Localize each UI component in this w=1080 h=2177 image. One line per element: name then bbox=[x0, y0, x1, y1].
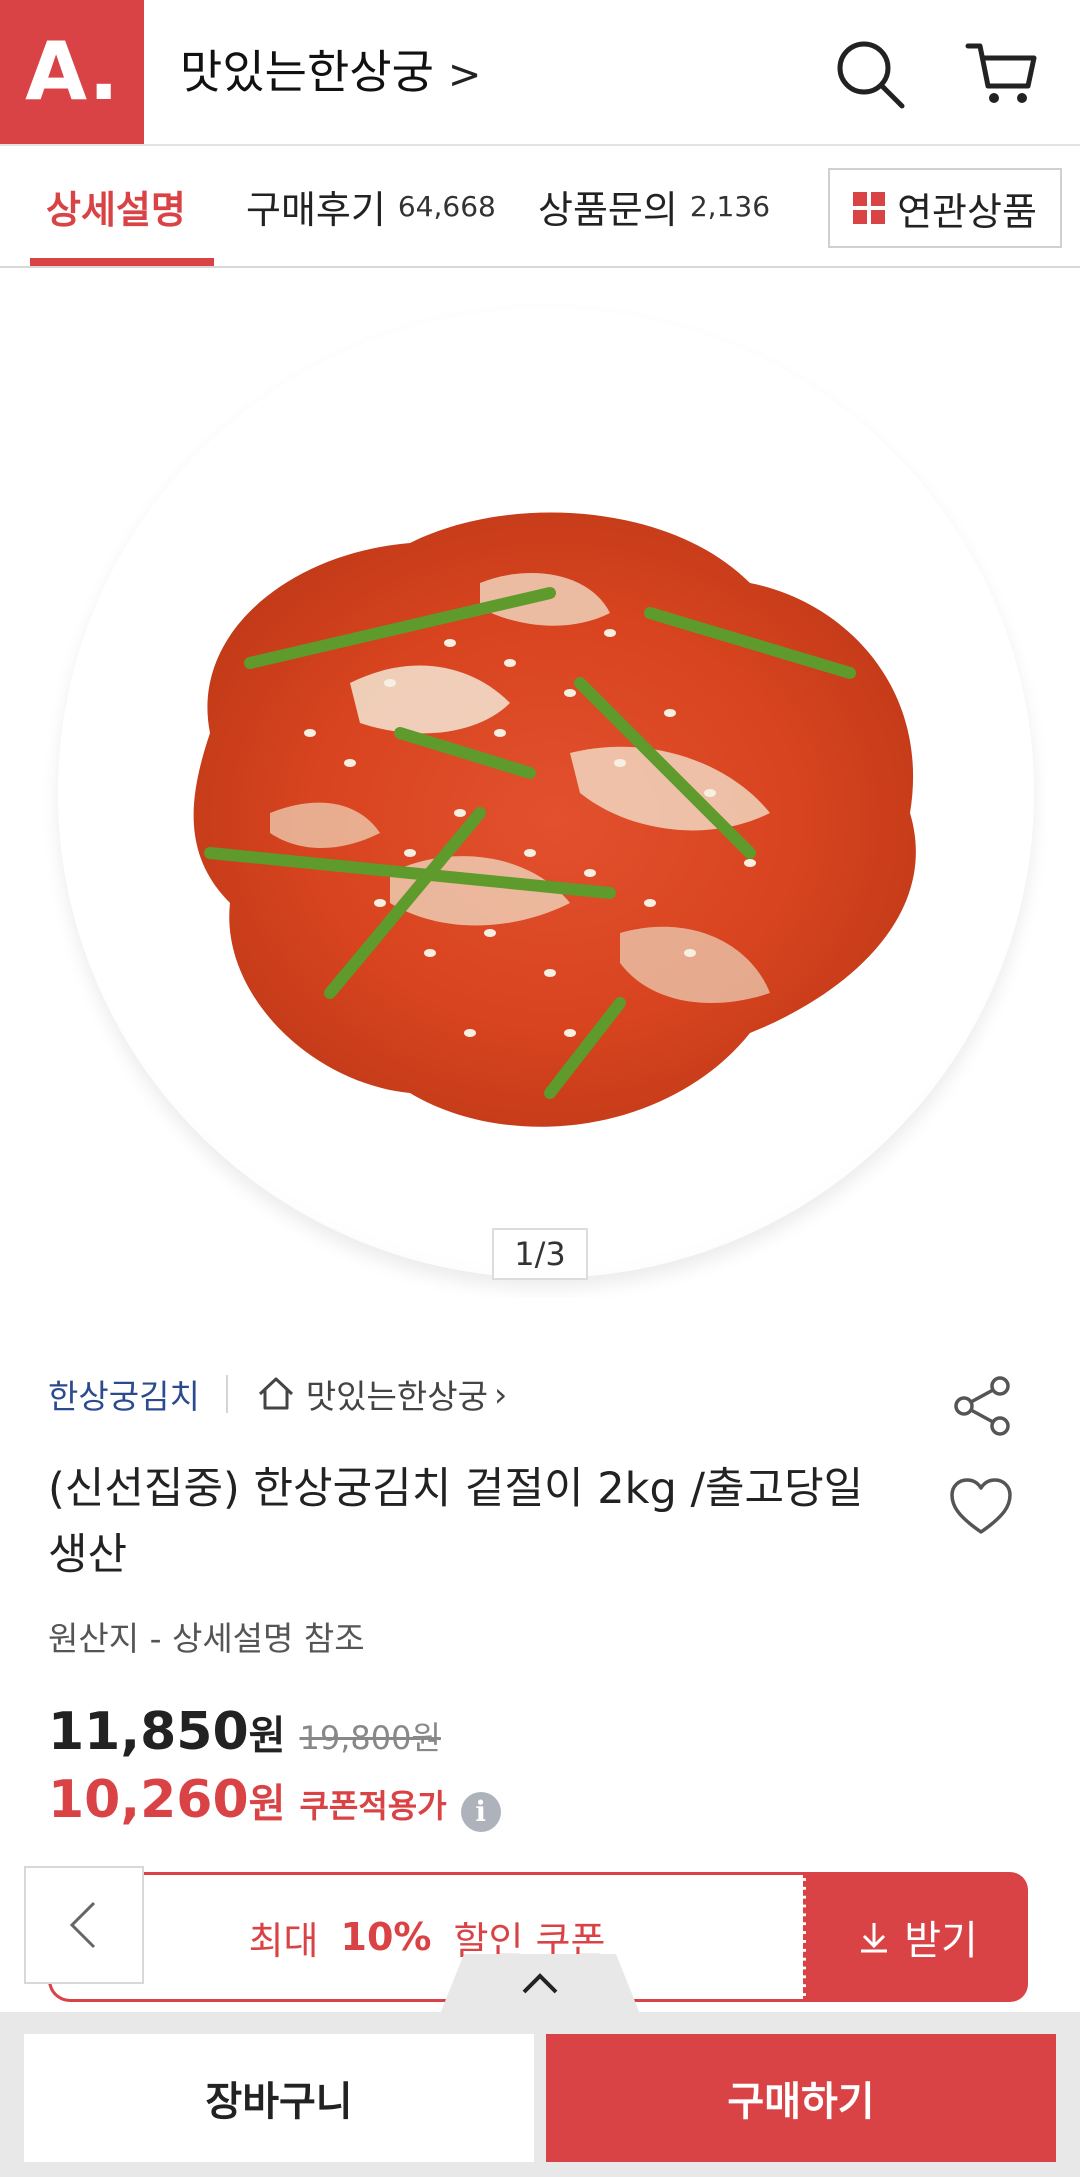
related-products-label: 연관상품 bbox=[897, 189, 1037, 234]
chevron-right-icon: > bbox=[447, 52, 482, 98]
coupon-price: 10,260 bbox=[48, 1770, 249, 1830]
home-icon bbox=[258, 1377, 293, 1410]
heart-icon[interactable] bbox=[948, 1476, 1014, 1538]
app-header: A. 맛있는한상궁 > bbox=[0, 0, 1080, 146]
tab-questions-label: 상품문의 bbox=[538, 187, 678, 232]
add-to-cart-button[interactable]: 장바구니 bbox=[24, 2034, 534, 2162]
product-image-kimchi bbox=[193, 512, 916, 1127]
coupon-percent: 10% bbox=[340, 1915, 432, 1959]
detail-tabs: 상세설명 구매후기 64,668 상품문의 2,136 연관상품 bbox=[0, 146, 1080, 268]
buy-now-button[interactable]: 구매하기 bbox=[546, 2034, 1056, 2162]
image-counter: 1/3 bbox=[492, 1228, 588, 1280]
share-icon[interactable] bbox=[950, 1374, 1014, 1438]
store-link-chevron: › bbox=[493, 1374, 508, 1414]
cart-icon[interactable] bbox=[964, 36, 1040, 112]
grid-icon bbox=[853, 192, 886, 224]
chevron-up-icon bbox=[522, 1973, 558, 1994]
tab-active-indicator bbox=[30, 258, 214, 266]
buy-now-label: 구매하기 bbox=[727, 2079, 875, 2125]
brand-divider bbox=[225, 1375, 228, 1413]
tab-reviews-count: 64,668 bbox=[397, 189, 496, 223]
back-button[interactable] bbox=[24, 1866, 144, 1984]
origin-info: 원산지 - 상세설명 참조 bbox=[48, 1619, 365, 1658]
coupon-prefix: 최대 bbox=[248, 1918, 319, 1963]
coupon-text: 최대 10% 할인 쿠폰 bbox=[48, 1872, 806, 2002]
brand-row: 한상궁김치 맛있는한상궁 › bbox=[48, 1368, 507, 1420]
sale-price: 11,850 bbox=[48, 1702, 249, 1762]
related-products-button[interactable]: 연관상품 bbox=[828, 168, 1062, 248]
store-title-label: 맛있는한상궁 bbox=[180, 45, 434, 99]
add-to-cart-label: 장바구니 bbox=[205, 2079, 353, 2125]
coupon-price-row: 10,260 원 쿠폰적용가 i bbox=[48, 1770, 501, 1832]
download-icon bbox=[861, 1923, 888, 1953]
app-logo[interactable]: A. bbox=[0, 0, 144, 144]
chevron-left-icon bbox=[69, 1901, 96, 1949]
info-icon[interactable]: i bbox=[460, 1792, 501, 1832]
product-title: (신선집중) 한상궁김치 겉절이 2kg /출고당일 생산 bbox=[48, 1464, 864, 1580]
price-row: 11,850 원 19,800원 bbox=[48, 1702, 441, 1762]
search-icon[interactable] bbox=[832, 36, 908, 112]
store-title-link[interactable]: 맛있는한상궁 > bbox=[180, 40, 481, 107]
sale-price-unit: 원 bbox=[248, 1713, 286, 1759]
tab-details[interactable]: 상세설명 bbox=[46, 146, 186, 266]
store-link-label: 맛있는한상궁 bbox=[305, 1377, 488, 1416]
expand-toggle[interactable] bbox=[440, 1954, 640, 2014]
receive-coupon-label: 받기 bbox=[904, 1918, 978, 1964]
brand-link[interactable]: 한상궁김치 bbox=[48, 1370, 200, 1418]
receive-coupon-button[interactable]: 받기 bbox=[806, 1872, 1028, 2002]
product-image-gallery[interactable]: 1/3 bbox=[0, 268, 1080, 1298]
store-link[interactable]: 맛있는한상궁 › bbox=[256, 1370, 507, 1418]
tab-details-label: 상세설명 bbox=[46, 187, 186, 232]
tab-reviews[interactable]: 구매후기 64,668 bbox=[246, 146, 496, 266]
tab-questions[interactable]: 상품문의 2,136 bbox=[538, 146, 770, 266]
tab-questions-count: 2,136 bbox=[689, 189, 771, 223]
original-price: 19,800원 bbox=[299, 1719, 441, 1757]
coupon-price-label: 쿠폰적용가 bbox=[299, 1787, 447, 1825]
tab-reviews-label: 구매후기 bbox=[246, 187, 386, 232]
coupon-price-unit: 원 bbox=[248, 1781, 286, 1827]
